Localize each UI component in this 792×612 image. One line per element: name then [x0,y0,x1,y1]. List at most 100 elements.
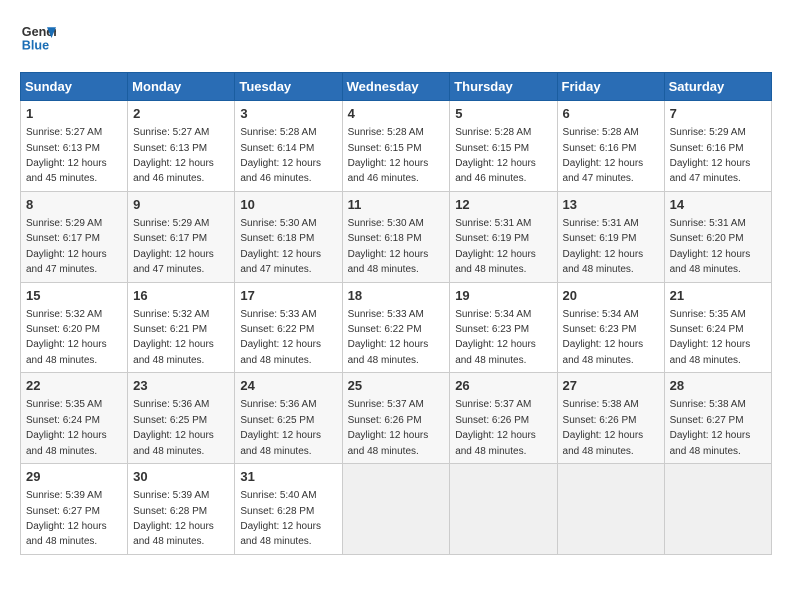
calendar-cell: 4 Sunrise: 5:28 AMSunset: 6:15 PMDaylight… [342,101,450,192]
day-number: 7 [670,105,766,123]
day-number: 23 [133,377,229,395]
day-number: 31 [240,468,336,486]
calendar-cell: 16 Sunrise: 5:32 AMSunset: 6:21 PMDayligh… [128,282,235,373]
calendar-cell: 7Sunrise: 5:29 AMSunset: 6:16 PMDaylight… [664,101,771,192]
calendar-cell: 28 Sunrise: 5:38 AMSunset: 6:27 PMDayligh… [664,373,771,464]
weekday-header-friday: Friday [557,73,664,101]
day-number: 17 [240,287,336,305]
weekday-header-thursday: Thursday [450,73,557,101]
day-info: Sunrise: 5:29 AMSunset: 6:17 PMDaylight:… [26,218,107,275]
day-number: 30 [133,468,229,486]
calendar-cell: 11 Sunrise: 5:30 AMSunset: 6:18 PMDayligh… [342,191,450,282]
day-info: Sunrise: 5:28 AMSunset: 6:15 PMDaylight:… [455,127,536,184]
calendar-week-4: 22Sunrise: 5:35 AMSunset: 6:24 PMDayligh… [21,373,772,464]
weekday-header-saturday: Saturday [664,73,771,101]
calendar-cell: 12 Sunrise: 5:31 AMSunset: 6:19 PMDayligh… [450,191,557,282]
day-number: 12 [455,196,551,214]
day-number: 8 [26,196,122,214]
calendar-cell: 13Sunrise: 5:31 AMSunset: 6:19 PMDayligh… [557,191,664,282]
day-info: Sunrise: 5:34 AMSunset: 6:23 PMDaylight:… [455,309,536,366]
day-number: 3 [240,105,336,123]
calendar-cell: 17 Sunrise: 5:33 AMSunset: 6:22 PMDayligh… [235,282,342,373]
calendar-cell: 29 Sunrise: 5:39 AMSunset: 6:27 PMDayligh… [21,464,128,555]
calendar-cell: 27Sunrise: 5:38 AMSunset: 6:26 PMDayligh… [557,373,664,464]
calendar-cell [342,464,450,555]
day-number: 2 [133,105,229,123]
day-info: Sunrise: 5:27 AMSunset: 6:13 PMDaylight:… [26,127,107,184]
day-number: 9 [133,196,229,214]
calendar-cell: 1 Sunrise: 5:27 AMSunset: 6:13 PMDaylight… [21,101,128,192]
day-info: Sunrise: 5:33 AMSunset: 6:22 PMDaylight:… [348,309,429,366]
day-number: 5 [455,105,551,123]
calendar-cell: 24 Sunrise: 5:36 AMSunset: 6:25 PMDayligh… [235,373,342,464]
day-info: Sunrise: 5:31 AMSunset: 6:20 PMDaylight:… [670,218,751,275]
day-number: 10 [240,196,336,214]
day-number: 29 [26,468,122,486]
calendar-cell: 6 Sunrise: 5:28 AMSunset: 6:16 PMDaylight… [557,101,664,192]
day-number: 25 [348,377,445,395]
calendar-cell: 20Sunrise: 5:34 AMSunset: 6:23 PMDayligh… [557,282,664,373]
weekday-header-tuesday: Tuesday [235,73,342,101]
day-number: 1 [26,105,122,123]
day-number: 22 [26,377,122,395]
day-info: Sunrise: 5:39 AMSunset: 6:28 PMDaylight:… [133,490,214,547]
day-info: Sunrise: 5:39 AMSunset: 6:27 PMDaylight:… [26,490,107,547]
calendar-week-2: 8 Sunrise: 5:29 AMSunset: 6:17 PMDaylight… [21,191,772,282]
day-info: Sunrise: 5:38 AMSunset: 6:26 PMDaylight:… [563,399,644,456]
day-info: Sunrise: 5:30 AMSunset: 6:18 PMDaylight:… [348,218,429,275]
day-number: 16 [133,287,229,305]
svg-text:Blue: Blue [22,39,49,53]
day-info: Sunrise: 5:27 AMSunset: 6:13 PMDaylight:… [133,127,214,184]
day-number: 14 [670,196,766,214]
calendar-table: SundayMondayTuesdayWednesdayThursdayFrid… [20,72,772,555]
day-number: 21 [670,287,766,305]
calendar-week-1: 1 Sunrise: 5:27 AMSunset: 6:13 PMDaylight… [21,101,772,192]
day-info: Sunrise: 5:31 AMSunset: 6:19 PMDaylight:… [563,218,644,275]
calendar-cell [557,464,664,555]
day-info: Sunrise: 5:38 AMSunset: 6:27 PMDaylight:… [670,399,751,456]
calendar-cell: 22Sunrise: 5:35 AMSunset: 6:24 PMDayligh… [21,373,128,464]
calendar-cell: 14 Sunrise: 5:31 AMSunset: 6:20 PMDayligh… [664,191,771,282]
day-info: Sunrise: 5:32 AMSunset: 6:21 PMDaylight:… [133,309,214,366]
day-number: 28 [670,377,766,395]
day-info: Sunrise: 5:37 AMSunset: 6:26 PMDaylight:… [455,399,536,456]
calendar-cell: 23 Sunrise: 5:36 AMSunset: 6:25 PMDayligh… [128,373,235,464]
calendar-cell: 9 Sunrise: 5:29 AMSunset: 6:17 PMDaylight… [128,191,235,282]
day-info: Sunrise: 5:28 AMSunset: 6:14 PMDaylight:… [240,127,321,184]
day-info: Sunrise: 5:37 AMSunset: 6:26 PMDaylight:… [348,399,429,456]
day-number: 6 [563,105,659,123]
calendar-cell: 19 Sunrise: 5:34 AMSunset: 6:23 PMDayligh… [450,282,557,373]
calendar-cell: 8 Sunrise: 5:29 AMSunset: 6:17 PMDaylight… [21,191,128,282]
calendar-cell: 31Sunrise: 5:40 AMSunset: 6:28 PMDayligh… [235,464,342,555]
day-number: 20 [563,287,659,305]
day-info: Sunrise: 5:28 AMSunset: 6:16 PMDaylight:… [563,127,644,184]
day-info: Sunrise: 5:35 AMSunset: 6:24 PMDaylight:… [670,309,751,366]
day-info: Sunrise: 5:31 AMSunset: 6:19 PMDaylight:… [455,218,536,275]
logo: General Blue [20,20,56,56]
calendar-cell: 30 Sunrise: 5:39 AMSunset: 6:28 PMDayligh… [128,464,235,555]
day-number: 24 [240,377,336,395]
day-number: 11 [348,196,445,214]
day-info: Sunrise: 5:28 AMSunset: 6:15 PMDaylight:… [348,127,429,184]
day-number: 19 [455,287,551,305]
calendar-cell: 25 Sunrise: 5:37 AMSunset: 6:26 PMDayligh… [342,373,450,464]
day-info: Sunrise: 5:33 AMSunset: 6:22 PMDaylight:… [240,309,321,366]
day-info: Sunrise: 5:36 AMSunset: 6:25 PMDaylight:… [133,399,214,456]
weekday-header-monday: Monday [128,73,235,101]
day-info: Sunrise: 5:32 AMSunset: 6:20 PMDaylight:… [26,309,107,366]
page-header: General Blue [20,20,772,56]
day-number: 15 [26,287,122,305]
day-number: 26 [455,377,551,395]
calendar-cell [450,464,557,555]
calendar-cell [664,464,771,555]
calendar-week-5: 29 Sunrise: 5:39 AMSunset: 6:27 PMDayligh… [21,464,772,555]
day-number: 18 [348,287,445,305]
weekday-header-sunday: Sunday [21,73,128,101]
calendar-cell: 2 Sunrise: 5:27 AMSunset: 6:13 PMDaylight… [128,101,235,192]
calendar-cell: 10Sunrise: 5:30 AMSunset: 6:18 PMDayligh… [235,191,342,282]
day-info: Sunrise: 5:29 AMSunset: 6:17 PMDaylight:… [133,218,214,275]
day-number: 4 [348,105,445,123]
calendar-week-3: 15 Sunrise: 5:32 AMSunset: 6:20 PMDayligh… [21,282,772,373]
calendar-cell: 5 Sunrise: 5:28 AMSunset: 6:15 PMDaylight… [450,101,557,192]
day-info: Sunrise: 5:36 AMSunset: 6:25 PMDaylight:… [240,399,321,456]
